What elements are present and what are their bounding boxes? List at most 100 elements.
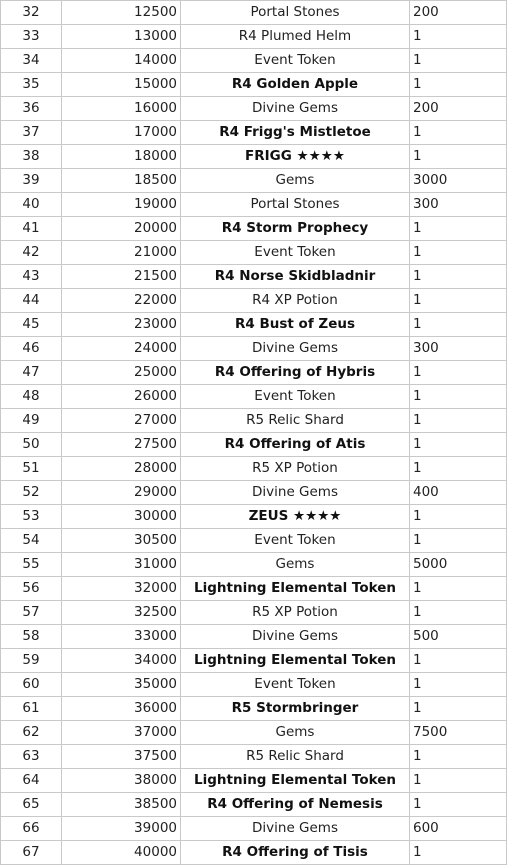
reward-cell: Divine Gems [180, 96, 410, 121]
rank-cell: 54 [0, 528, 62, 553]
reward-cell: R4 Bust of Zeus [180, 312, 410, 337]
reward-cell: R5 Relic Shard [180, 408, 410, 433]
reward-cell: R4 Offering of Hybris [180, 360, 410, 385]
quantity-cell: 5000 [409, 552, 507, 577]
quantity-cell: 1 [409, 600, 507, 625]
quantity-cell: 7500 [409, 720, 507, 745]
quantity-cell: 1 [409, 792, 507, 817]
reward-cell: R4 Offering of Tisis [180, 840, 410, 865]
table-row: 56 32000 Lightning Elemental Token 1 [0, 576, 507, 601]
quantity-cell: 1 [409, 360, 507, 385]
reward-cell: Gems [180, 552, 410, 577]
points-cell: 30000 [61, 504, 181, 529]
table-row: 44 22000 R4 XP Potion 1 [0, 288, 507, 313]
reward-cell: Event Token [180, 528, 410, 553]
reward-cell: R5 Relic Shard [180, 744, 410, 769]
quantity-cell: 1 [409, 312, 507, 337]
rank-cell: 33 [0, 24, 62, 49]
reward-cell: Portal Stones [180, 192, 410, 217]
rewards-table: 32 12500 Portal Stones 200 33 13000 R4 Plumed … [0, 0, 507, 865]
quantity-cell: 1 [409, 144, 507, 169]
table-row: 63 37500 R5 Relic Shard 1 [0, 744, 507, 769]
table-row: 49 27000 R5 Relic Shard 1 [0, 408, 507, 433]
table-row: 36 16000 Divine Gems 200 [0, 96, 507, 121]
rank-cell: 37 [0, 120, 62, 145]
table-row: 51 28000 R5 XP Potion 1 [0, 456, 507, 481]
quantity-cell: 200 [409, 0, 507, 25]
table-row: 39 18500 Gems 3000 [0, 168, 507, 193]
quantity-cell: 1 [409, 696, 507, 721]
quantity-cell: 1 [409, 432, 507, 457]
quantity-cell: 1 [409, 264, 507, 289]
points-cell: 20000 [61, 216, 181, 241]
rank-cell: 63 [0, 744, 62, 769]
reward-cell: Event Token [180, 384, 410, 409]
rank-cell: 45 [0, 312, 62, 337]
table-row: 37 17000 R4 Frigg's Mistletoe 1 [0, 120, 507, 145]
quantity-cell: 300 [409, 336, 507, 361]
points-cell: 35000 [61, 672, 181, 697]
rank-cell: 52 [0, 480, 62, 505]
quantity-cell: 500 [409, 624, 507, 649]
quantity-cell: 3000 [409, 168, 507, 193]
reward-cell: Event Token [180, 48, 410, 73]
points-cell: 26000 [61, 384, 181, 409]
table-row: 41 20000 R4 Storm Prophecy 1 [0, 216, 507, 241]
table-row: 38 18000 FRIGG ★★★★ 1 [0, 144, 507, 169]
table-row: 60 35000 Event Token 1 [0, 672, 507, 697]
quantity-cell: 1 [409, 288, 507, 313]
points-cell: 15000 [61, 72, 181, 97]
points-cell: 27000 [61, 408, 181, 433]
rank-cell: 53 [0, 504, 62, 529]
rank-cell: 46 [0, 336, 62, 361]
rank-cell: 56 [0, 576, 62, 601]
reward-cell: R4 XP Potion [180, 288, 410, 313]
table-row: 34 14000 Event Token 1 [0, 48, 507, 73]
rank-cell: 64 [0, 768, 62, 793]
rank-cell: 50 [0, 432, 62, 457]
reward-cell: R4 Norse Skidbladnir [180, 264, 410, 289]
quantity-cell: 1 [409, 744, 507, 769]
points-cell: 29000 [61, 480, 181, 505]
quantity-cell: 1 [409, 408, 507, 433]
quantity-cell: 1 [409, 672, 507, 697]
table-row: 66 39000 Divine Gems 600 [0, 816, 507, 841]
points-cell: 40000 [61, 840, 181, 865]
quantity-cell: 1 [409, 384, 507, 409]
rank-cell: 39 [0, 168, 62, 193]
reward-cell: Portal Stones [180, 0, 410, 25]
quantity-cell: 1 [409, 48, 507, 73]
reward-cell: R4 Frigg's Mistletoe [180, 120, 410, 145]
reward-cell: Divine Gems [180, 816, 410, 841]
table-row: 57 32500 R5 XP Potion 1 [0, 600, 507, 625]
points-cell: 12500 [61, 0, 181, 25]
points-cell: 38500 [61, 792, 181, 817]
points-cell: 34000 [61, 648, 181, 673]
quantity-cell: 600 [409, 816, 507, 841]
table-row: 62 37000 Gems 7500 [0, 720, 507, 745]
rank-cell: 40 [0, 192, 62, 217]
reward-cell: Event Token [180, 240, 410, 265]
table-row: 59 34000 Lightning Elemental Token 1 [0, 648, 507, 673]
quantity-cell: 1 [409, 768, 507, 793]
rank-cell: 59 [0, 648, 62, 673]
points-cell: 31000 [61, 552, 181, 577]
table-row: 45 23000 R4 Bust of Zeus 1 [0, 312, 507, 337]
table-row: 33 13000 R4 Plumed Helm 1 [0, 24, 507, 49]
table-row: 47 25000 R4 Offering of Hybris 1 [0, 360, 507, 385]
rank-cell: 67 [0, 840, 62, 865]
reward-cell: R5 XP Potion [180, 456, 410, 481]
table-row: 43 21500 R4 Norse Skidbladnir 1 [0, 264, 507, 289]
rank-cell: 42 [0, 240, 62, 265]
table-row: 58 33000 Divine Gems 500 [0, 624, 507, 649]
reward-cell: R5 Stormbringer [180, 696, 410, 721]
quantity-cell: 1 [409, 240, 507, 265]
points-cell: 25000 [61, 360, 181, 385]
rank-cell: 44 [0, 288, 62, 313]
quantity-cell: 1 [409, 840, 507, 865]
points-cell: 39000 [61, 816, 181, 841]
table-row: 48 26000 Event Token 1 [0, 384, 507, 409]
rank-cell: 57 [0, 600, 62, 625]
reward-cell: Divine Gems [180, 480, 410, 505]
rank-cell: 32 [0, 0, 62, 25]
